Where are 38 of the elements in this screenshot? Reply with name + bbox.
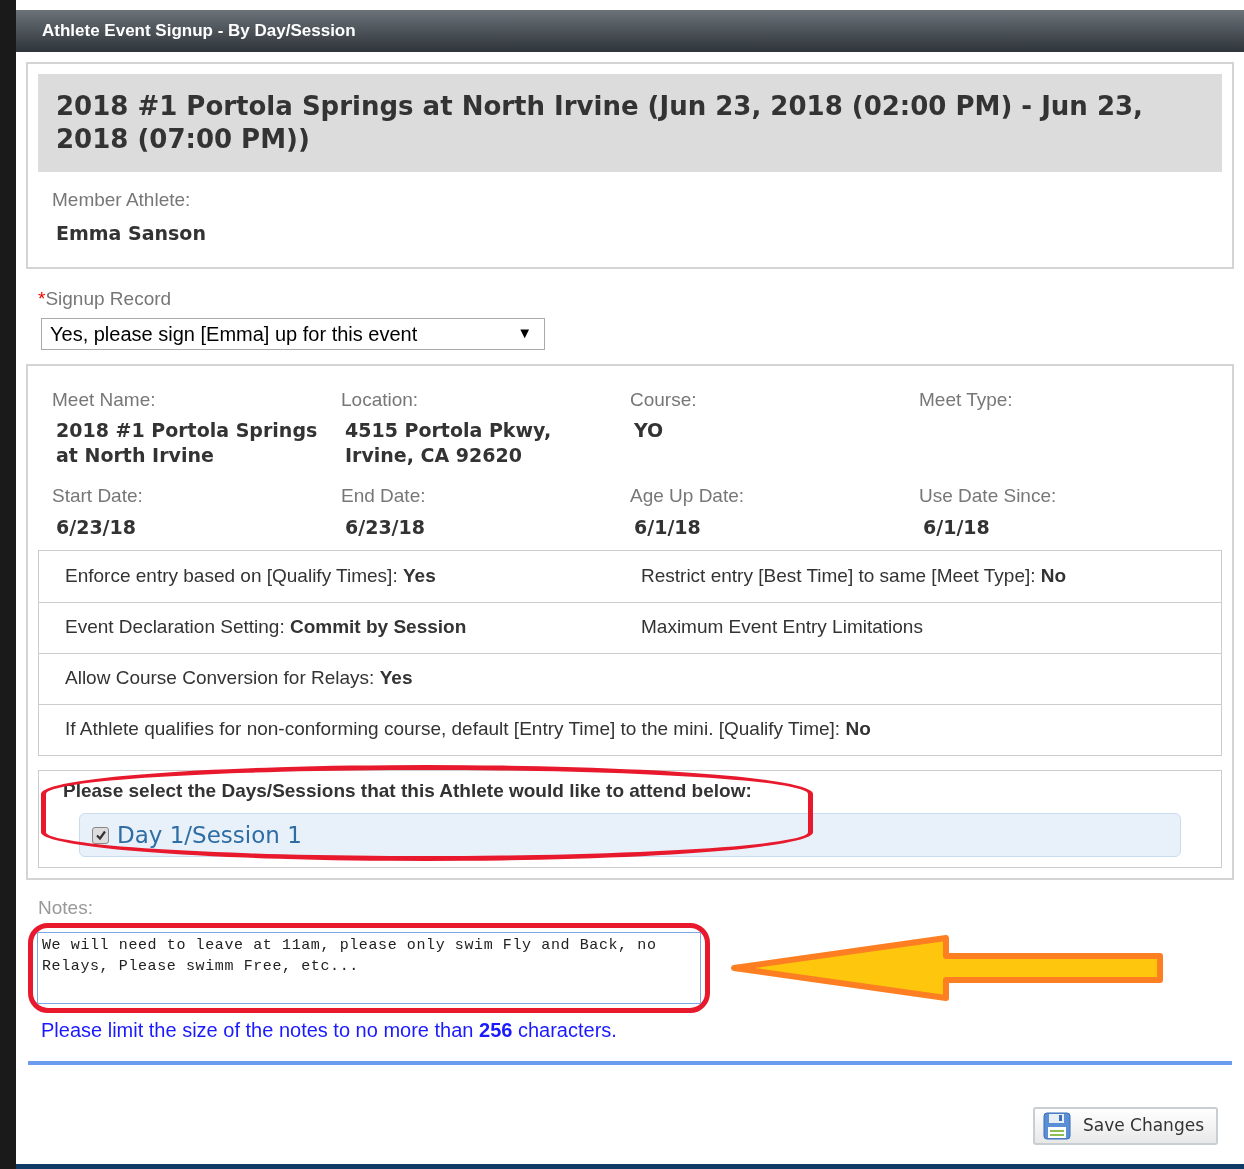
session-checkbox[interactable] <box>92 826 109 844</box>
session-label: Day 1/Session 1 <box>117 820 302 850</box>
notes-hint: Please limit the size of the notes to no more than 256 characters. <box>41 1017 618 1043</box>
meet-field-label: Course: <box>630 387 698 412</box>
setting-text: If Athlete qualifies for non-conforming course, default [Entry Time] to the mini. [Qualify Time]: No <box>65 717 871 742</box>
required-mark: * <box>38 287 46 311</box>
session-option[interactable]: Day 1/Session 1 <box>79 813 1181 857</box>
signup-label: Signup Record <box>45 287 172 311</box>
meet-field-label: Meet Type: <box>919 387 1014 412</box>
event-title: 2018 #1 Portola Springs at North Irvine (Jun 23, 2018 (02:00 PM) - Jun 23, 2018 (07:00 PM)) <box>56 90 1144 156</box>
sessions-prompt: Please select the Days/Sessions that this Athlete would like to attend below: <box>63 778 753 803</box>
meet-field-value: 4515 Portola Pkwy, Irvine, CA 92620 <box>345 418 553 468</box>
member-label: Member Athlete: <box>52 188 192 212</box>
dropdown-caret: ▼ <box>517 323 532 344</box>
notes-label: Notes: <box>38 896 94 920</box>
meet-field-value: YO <box>634 418 665 443</box>
checkmark-icon <box>94 829 107 841</box>
save-button[interactable]: Save Changes <box>1032 1106 1218 1145</box>
setting-text: Allow Course Conversion for Relays: Yes <box>65 666 413 691</box>
meet-field-label: Age Up Date: <box>630 484 746 508</box>
notes-field[interactable]: We will need to leave at 11am, please only swim Fly and Back, no Relays, Please swimm Free, etc... <box>37 931 701 1004</box>
meet-field-value: 6/23/18 <box>56 514 137 540</box>
setting-text: Maximum Event Entry Limitations <box>641 615 923 640</box>
meet-field-label: Meet Name: <box>52 387 157 412</box>
meet-field-value: 2018 #1 Portola Springs at North Irvine <box>56 418 319 468</box>
meet-field-value: 6/23/18 <box>345 514 426 540</box>
member-name: Emma Sanson <box>56 220 207 246</box>
setting-text: Enforce entry based on [Qualify Times]: Yes <box>65 563 437 588</box>
meet-field-label: Start Date: <box>52 484 144 508</box>
setting-text: Event Declaration Setting: Commit by Session <box>65 615 468 640</box>
signup-dropdown[interactable]: Yes, please sign [Emma] up for this event ▼ <box>41 317 545 350</box>
meet-field-label: Location: <box>341 387 420 412</box>
meet-field-label: Use Date Since: <box>919 484 1058 508</box>
meet-field-label: End Date: <box>341 484 427 508</box>
setting-text: Restrict entry [Best Time] to same [Meet Type]: No <box>641 563 1067 588</box>
meet-field-value: 6/1/18 <box>923 514 991 540</box>
window-title: Athlete Event Signup - By Day/Session <box>42 20 356 43</box>
meet-field-value: 6/1/18 <box>634 514 702 540</box>
